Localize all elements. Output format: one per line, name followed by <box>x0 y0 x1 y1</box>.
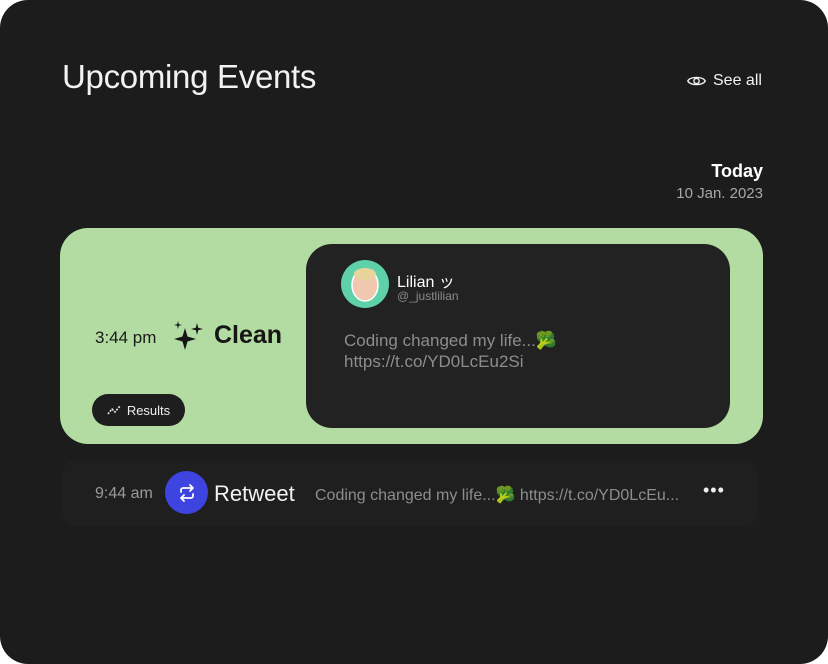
tweet-preview[interactable]: Lilian ッ @_justlilian Coding changed my … <box>306 244 730 428</box>
see-all-label: See all <box>713 72 762 89</box>
see-all-button[interactable]: See all <box>687 72 762 90</box>
tweet-text: Coding changed my life...🥦 https://t.co/… <box>344 330 557 372</box>
event-name: Retweet <box>214 481 295 506</box>
eye-icon <box>687 76 706 86</box>
date-label: Today <box>711 161 763 181</box>
event-name: Clean <box>214 321 283 349</box>
date-header: Today 10 Jan. 2023 <box>676 161 763 202</box>
results-label: Results <box>126 402 171 418</box>
event-time: 9:44 am <box>95 485 153 502</box>
event-row[interactable]: 9:44 am Retweet Coding changed my life..… <box>62 460 758 526</box>
sparkles-icon <box>174 321 203 350</box>
more-options-icon[interactable]: ••• <box>703 480 725 501</box>
page-title: Upcoming Events <box>62 58 317 95</box>
events-panel: Upcoming Events See all Today 10 Jan. 20… <box>0 0 828 664</box>
tweet-author-handle: @_justlilian <box>397 289 459 303</box>
retweet-icon <box>165 471 208 514</box>
event-text: Coding changed my life...🥦 https://t.co/… <box>315 487 680 504</box>
tweet-text-line: Coding changed my life...🥦 <box>344 331 557 350</box>
avatar <box>341 260 389 308</box>
event-time: 3:44 pm <box>95 328 157 347</box>
date-value: 10 Jan. 2023 <box>676 185 763 202</box>
results-button[interactable]: Results <box>92 394 185 426</box>
featured-event-card[interactable]: 3:44 pm Clean Results Lilian ッ @_justlil… <box>60 228 763 444</box>
trend-icon <box>107 405 121 415</box>
tweet-link[interactable]: https://t.co/YD0LcEu2Si <box>344 351 557 372</box>
